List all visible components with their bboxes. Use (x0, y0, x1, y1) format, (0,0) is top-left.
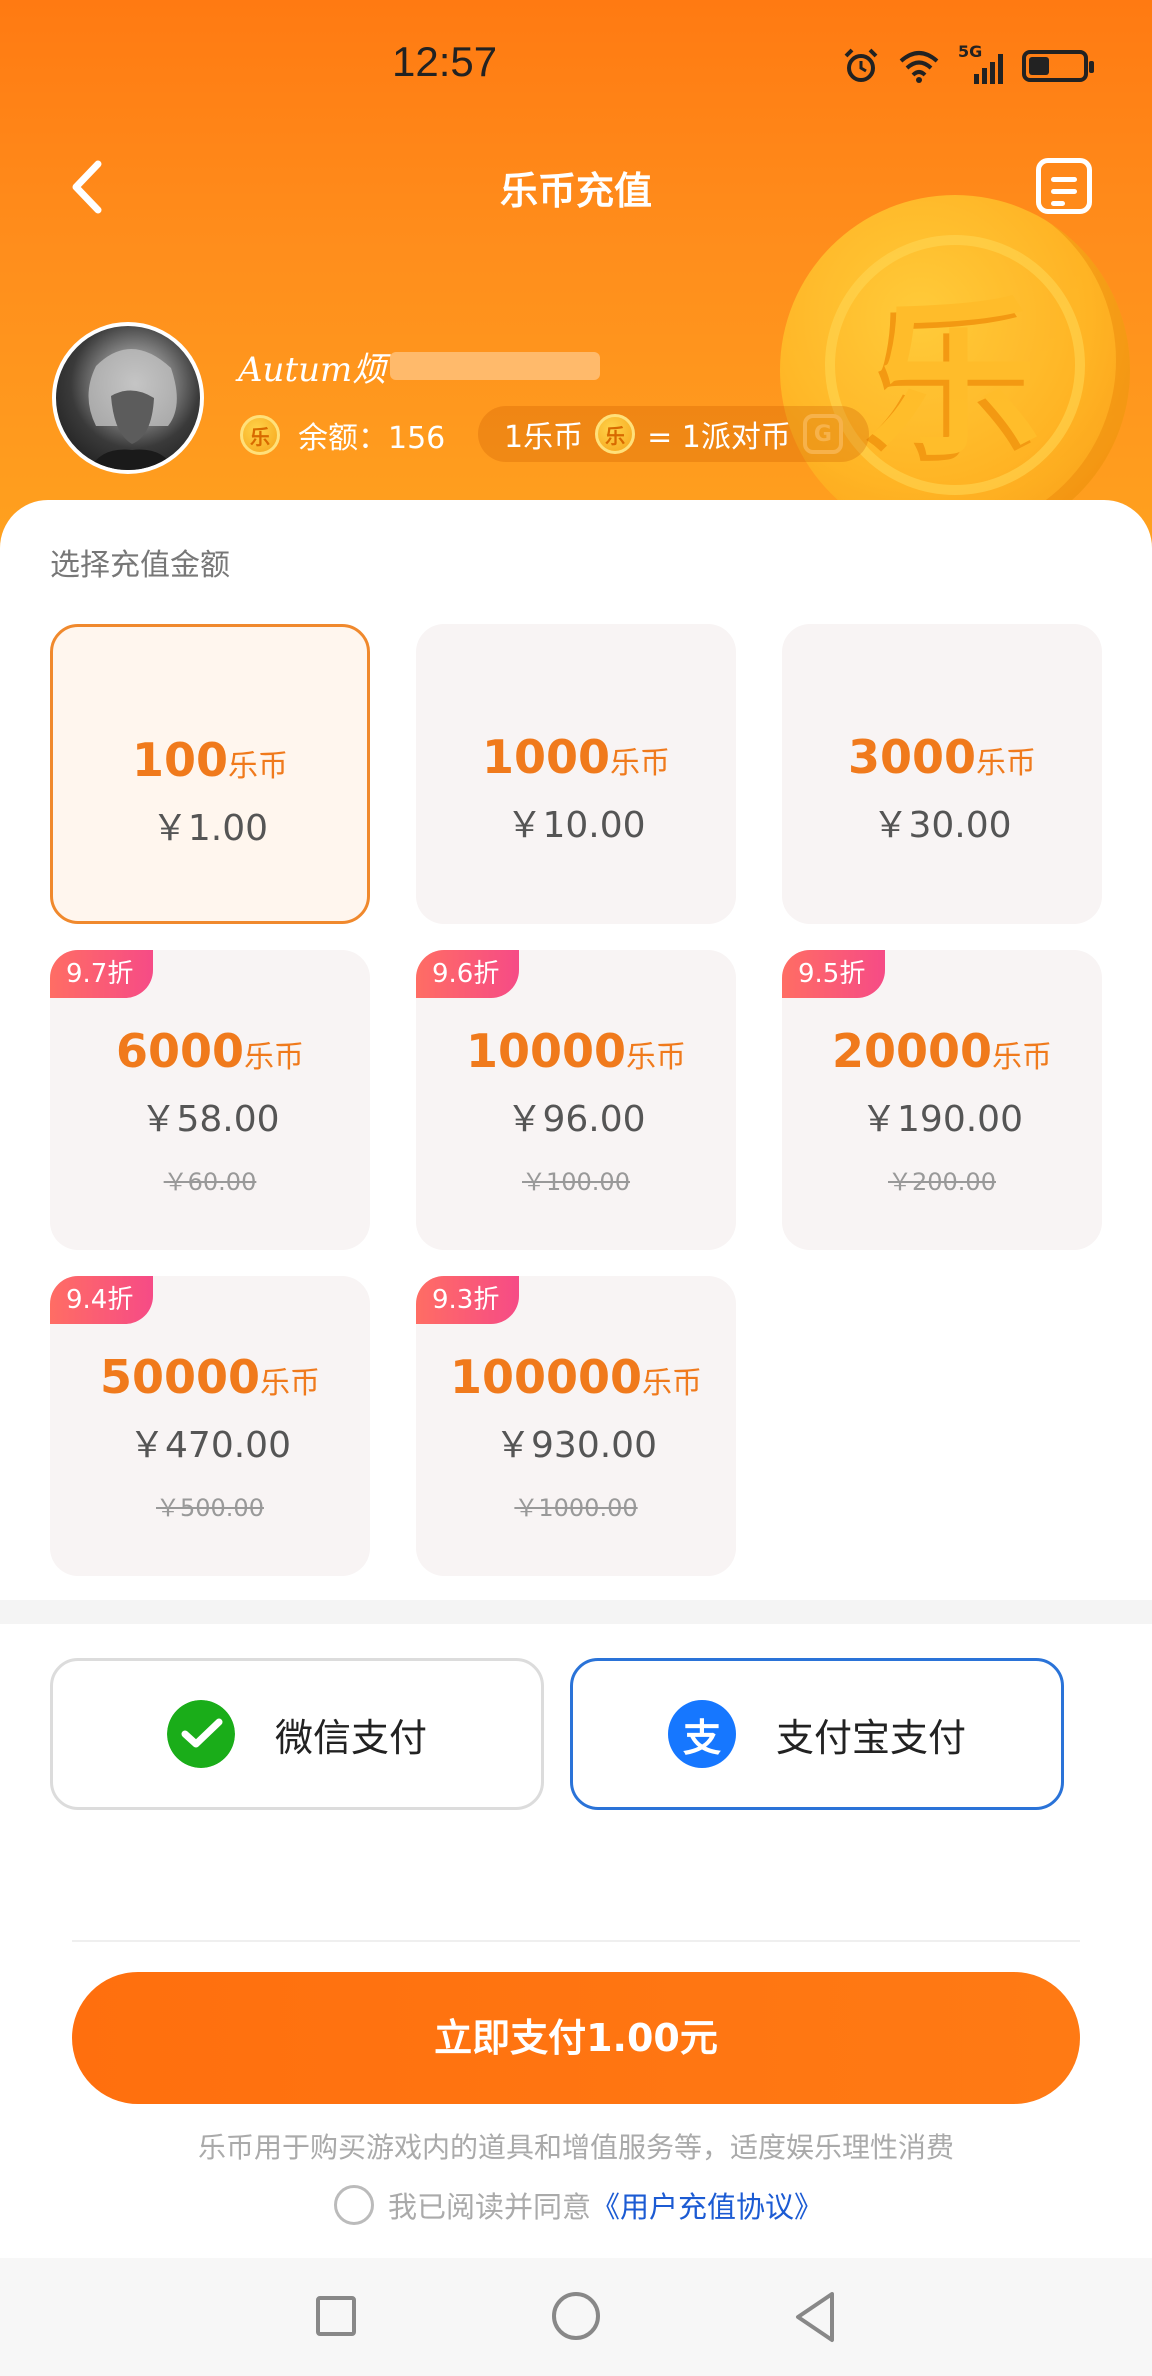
alipay-icon: 支 (667, 1700, 736, 1768)
status-icons: 5G (842, 42, 1094, 86)
discount-badge: 9.5折 (782, 950, 886, 998)
home-icon[interactable] (552, 2292, 600, 2340)
header-banner: 乐 12:57 5G 乐币充值 Autum烦 乐 余额：156 1乐币 乐 = … (0, 0, 1152, 560)
section-divider (0, 1600, 1152, 1624)
agreement-link[interactable]: 《用户充值协议》 (591, 2184, 823, 2226)
user-info: Autum烦 乐 余额：156 1乐币 乐 = 1派对币 G (0, 322, 1152, 482)
exchange-rate: 1乐币 乐 = 1派对币 G (478, 406, 869, 462)
system-nav-bar (0, 2258, 1152, 2376)
package-original-price: ￥500.00 (156, 1494, 264, 1522)
back-triangle-icon[interactable] (790, 2290, 840, 2344)
cellular-signal-icon: 5G (958, 42, 1004, 84)
balance-text: 余额：156 (298, 421, 446, 456)
alipay-button[interactable]: 支 支付宝支付 (570, 1658, 1064, 1810)
package-original-price: ￥60.00 (163, 1168, 257, 1196)
records-icon[interactable] (1036, 158, 1092, 214)
package-tile[interactable]: 9.3折 100000乐币 ￥930.00 ￥1000.00 (416, 1276, 736, 1576)
package-coins: 1000乐币 (481, 730, 671, 784)
status-bar: 12:57 5G (0, 0, 1152, 130)
agreement-text: 我已阅读并同意 (388, 2190, 592, 2224)
nav-bar: 乐币充值 (0, 140, 1152, 230)
page-title: 乐币充值 (499, 169, 652, 213)
divider (72, 1940, 1080, 1942)
wechat-pay-label: 微信支付 (274, 1715, 427, 1760)
package-original-price: ￥200.00 (888, 1168, 996, 1196)
package-price: ￥58.00 (140, 1099, 280, 1140)
package-tile[interactable]: 9.7折 6000乐币 ￥58.00 ￥60.00 (50, 950, 370, 1250)
package-price: ￥10.00 (506, 805, 646, 846)
party-coin-icon: G (802, 414, 843, 454)
blurred-user-id (390, 352, 600, 380)
wechat-pay-icon (166, 1700, 235, 1768)
agree-checkbox[interactable] (334, 2185, 374, 2225)
alipay-label: 支付宝支付 (775, 1715, 966, 1760)
wifi-icon (899, 51, 939, 83)
balance: 乐 余额：156 (240, 410, 445, 460)
exchange-right: = 1派对币 (647, 420, 791, 455)
recent-apps-icon[interactable] (316, 2296, 356, 2336)
package-tile[interactable]: 1000乐币 ￥10.00 (416, 624, 736, 924)
package-tile[interactable]: 9.6折 10000乐币 ￥96.00 ￥100.00 (416, 950, 736, 1250)
package-price: ￥96.00 (506, 1099, 646, 1140)
package-tile[interactable]: 3000乐币 ￥30.00 (782, 624, 1102, 924)
package-price: ￥930.00 (495, 1425, 657, 1466)
discount-badge: 9.4折 (50, 1276, 154, 1324)
username: Autum烦 (238, 350, 387, 390)
section-title: 选择充值金额 (50, 548, 230, 583)
package-coins: 10000乐币 (465, 1024, 687, 1078)
package-price: ￥30.00 (872, 805, 1012, 846)
alarm-icon (844, 48, 878, 82)
discount-badge: 9.6折 (416, 950, 520, 998)
battery-icon (1022, 50, 1094, 82)
discount-badge: 9.3折 (416, 1276, 520, 1324)
package-tile[interactable]: 9.4折 50000乐币 ￥470.00 ￥500.00 (50, 1276, 370, 1576)
package-tile[interactable]: 9.5折 20000乐币 ￥190.00 ￥200.00 (782, 950, 1102, 1250)
pay-now-button[interactable]: 立即支付1.00元 (72, 1972, 1080, 2104)
usage-notice: 乐币用于购买游戏内的道具和增值服务等，适度娱乐理性消费 (197, 2131, 954, 2164)
package-coins: 6000乐币 (115, 1024, 305, 1078)
le-coin-icon: 乐 (595, 414, 636, 454)
status-time: 12:57 (392, 38, 498, 85)
wechat-pay-button[interactable]: 微信支付 (50, 1658, 544, 1810)
package-coins: 100000乐币 (449, 1350, 703, 1404)
discount-badge: 9.7折 (50, 950, 154, 998)
package-original-price: ￥100.00 (522, 1168, 630, 1196)
package-coins: 100乐币 (131, 733, 289, 787)
package-tile[interactable]: 100乐币 ￥1.00 (50, 624, 370, 924)
recharge-panel: 选择充值金额 100乐币 ￥1.00 1000乐币 ￥10.00 3000乐币 … (0, 500, 1152, 1600)
le-coin-icon: 乐 (240, 415, 280, 455)
avatar (52, 322, 204, 474)
package-original-price: ￥1000.00 (514, 1494, 638, 1522)
exchange-left: 1乐币 (504, 420, 584, 455)
package-coins: 3000乐币 (847, 730, 1037, 784)
package-price: ￥470.00 (129, 1425, 291, 1466)
package-price: ￥1.00 (151, 808, 269, 849)
agreement-row: 我已阅读并同意 《用户充值协议》 (334, 2180, 823, 2230)
package-coins: 20000乐币 (831, 1024, 1053, 1078)
package-coins: 50000乐币 (99, 1350, 321, 1404)
package-price: ￥190.00 (861, 1099, 1023, 1140)
